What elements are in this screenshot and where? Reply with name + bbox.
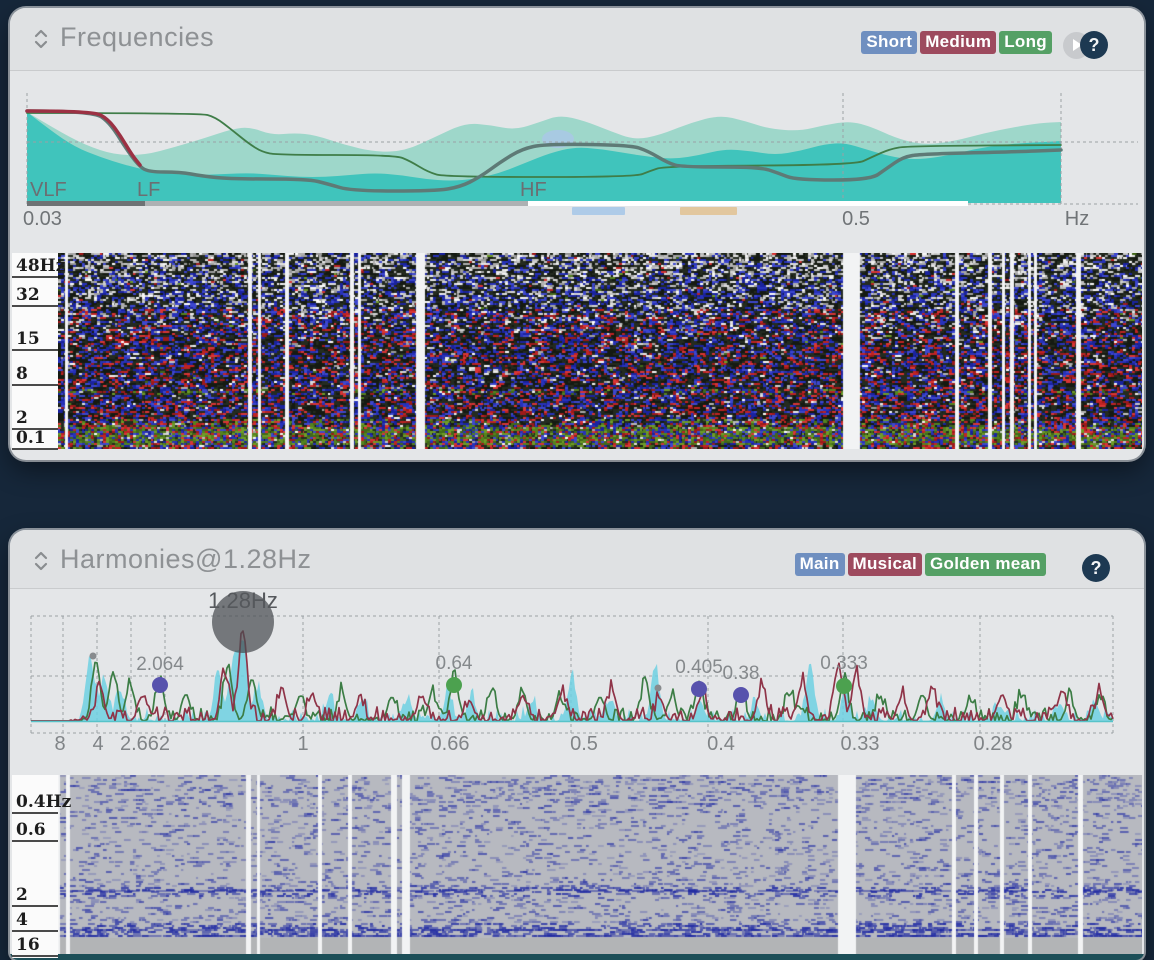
x-tick-0-33: 0.33 <box>841 733 880 755</box>
peak-label-0-64: 0.64 <box>436 653 473 674</box>
peak-marker-dot[interactable] <box>655 685 662 692</box>
frequencies-panel-header: Frequencies ShortMediumLong ? <box>10 8 1144 71</box>
spectro-y-label-48hz: 48Hz <box>12 255 58 278</box>
peak-marker-0-333[interactable] <box>836 678 852 694</box>
x-tick-4: 4 <box>92 733 103 755</box>
peak-label-0-405: 0.405 <box>675 657 723 678</box>
help-button[interactable]: ? <box>1080 31 1108 59</box>
spectro-y-label-16: 16 <box>12 934 58 957</box>
range-badge[interactable] <box>680 207 737 215</box>
spectro-y-label-15: 15 <box>12 328 58 351</box>
peak-marker-0-38[interactable] <box>733 687 749 703</box>
harmonies-panel: Harmonies@1.28Hz MainMusicalGolden mean … <box>10 530 1144 960</box>
x-tick-2-662: 2.662 <box>120 733 170 755</box>
band-label-vlf: VLF <box>30 179 67 201</box>
peak-marker-0-64[interactable] <box>446 677 462 693</box>
updown-chevrons-icon <box>32 27 50 51</box>
spectro-y-label-2: 2 <box>12 884 58 907</box>
collapse-toggle-icon[interactable] <box>32 549 50 573</box>
x-tick-0-4: 0.4 <box>707 733 735 755</box>
legend-item-golden-mean[interactable]: Golden mean <box>925 553 1046 576</box>
frequencies-legend: ShortMediumLong <box>861 31 1052 54</box>
peak-label-0-333: 0.333 <box>820 653 868 674</box>
axis-strip-segment[interactable] <box>528 201 968 206</box>
harmonies-panel-header: Harmonies@1.28Hz MainMusicalGolden mean … <box>10 530 1144 589</box>
legend-item-medium[interactable]: Medium <box>920 31 996 54</box>
help-button[interactable]: ? <box>1082 554 1110 582</box>
spectro-y-label-32: 32 <box>12 284 58 307</box>
panel-title-frequencies: Frequencies <box>60 22 214 53</box>
spectro-y-label-4: 4 <box>12 909 58 932</box>
x-tick-0-28: 0.28 <box>974 733 1013 755</box>
frequency-chart[interactable]: VLF LF HF 0.03 0.5 Hz <box>10 85 1144 243</box>
peak-marker-0-405[interactable] <box>691 681 707 697</box>
spectro-y-label-0-1: 0.1 <box>12 427 58 450</box>
spectrogram-y-axis: 0.4Hz 0.6 2416 <box>12 775 58 958</box>
x-tick-0-03: 0.03 <box>23 208 62 230</box>
harmonies-chart[interactable]: 1.28Hz 2.064 0.64 0.4050.38 0.333 8 4 2.662 1 0.6… <box>10 590 1144 768</box>
spectrogram-y-axis: 48Hz3215820.1 <box>12 253 58 449</box>
spectro-y-label-0-6: 0.6 <box>12 819 58 842</box>
legend-item-short[interactable]: Short <box>861 31 917 54</box>
bottom-edge-strip <box>10 954 1144 960</box>
harmonies-spectrogram[interactable] <box>58 775 1142 958</box>
spectro-y-label-0-4hz: 0.4Hz <box>12 791 58 814</box>
x-tick-8: 8 <box>54 733 65 755</box>
frequency-spectrogram[interactable] <box>58 253 1142 449</box>
legend-item-main[interactable]: Main <box>795 553 845 576</box>
legend-item-musical[interactable]: Musical <box>848 553 922 576</box>
updown-chevrons-icon <box>32 549 50 573</box>
band-label-hf: HF <box>520 179 547 201</box>
collapse-toggle-icon[interactable] <box>32 27 50 51</box>
legend-item-long[interactable]: Long <box>999 31 1052 54</box>
x-tick-1: 1 <box>297 733 308 755</box>
harmonies-legend: MainMusicalGolden mean <box>795 553 1046 576</box>
peak-marker-2-064[interactable] <box>152 677 168 693</box>
x-tick-0-5: 0.5 <box>570 733 598 755</box>
x-tick-0-66: 0.66 <box>431 733 470 755</box>
app-background: { "panel1": { "title": "Frequencies", "h… <box>0 0 1154 960</box>
band-label-lf: LF <box>137 179 160 201</box>
panel-title-harmonies: Harmonies@1.28Hz <box>60 544 312 575</box>
frequencies-panel: Frequencies ShortMediumLong ? VLF LF HF 0.0… <box>10 8 1144 460</box>
peak-label-0-38: 0.38 <box>723 663 760 684</box>
peak-label-2-064: 2.064 <box>136 654 184 675</box>
axis-strip-segment[interactable] <box>145 201 528 206</box>
peak-marker-dot[interactable] <box>90 653 97 660</box>
axis-strip-segment[interactable] <box>27 201 145 206</box>
peak-label-1-28hz: 1.28Hz <box>208 590 278 613</box>
range-badge[interactable] <box>572 207 625 215</box>
x-tick-hz: Hz <box>1065 208 1089 230</box>
x-tick-0-5: 0.5 <box>842 208 870 230</box>
spectro-y-label-8: 8 <box>12 363 58 386</box>
